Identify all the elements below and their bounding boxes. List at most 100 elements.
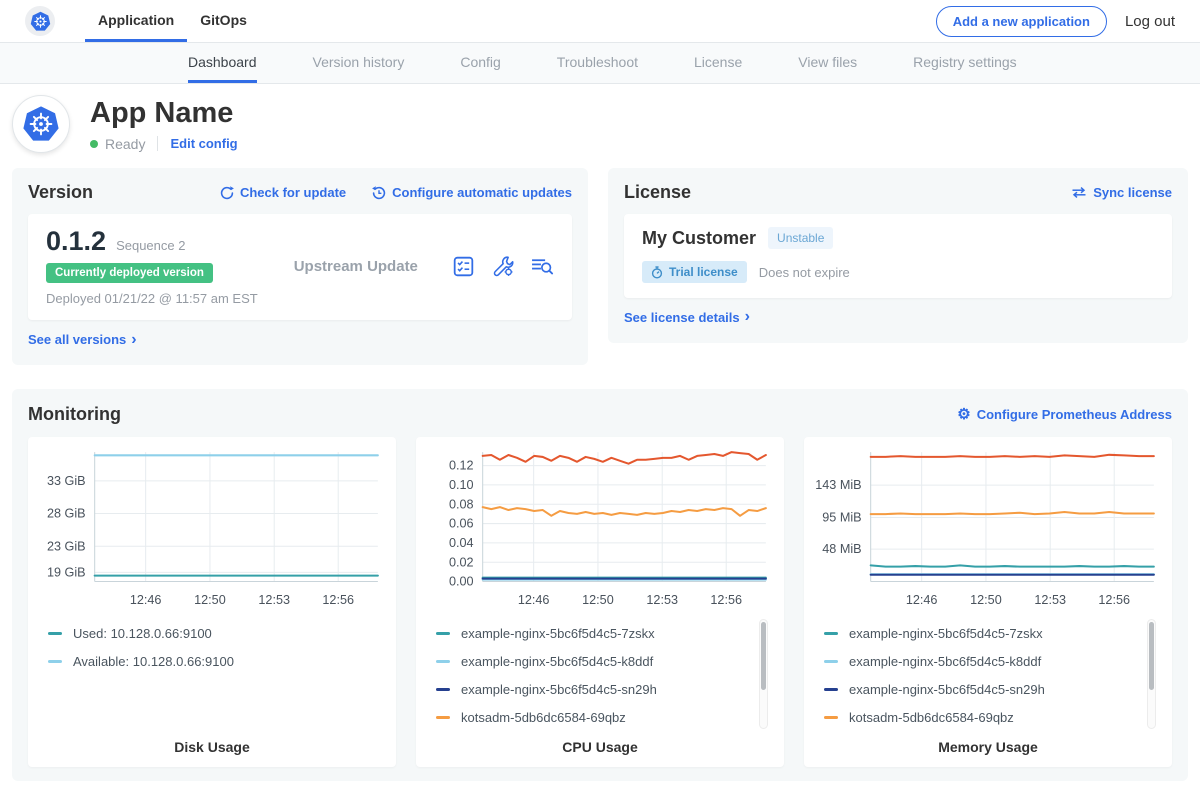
license-card-actions: Sync license [1071,185,1172,200]
view-logs-icon[interactable] [531,256,554,277]
legend-color-dash-icon [48,632,62,635]
trial-license-badge: Trial license [642,261,747,283]
status-label: Ready [105,136,145,152]
cpu-usage-legend: example-nginx-5bc6f5d4c5-7zskx example-ng… [436,619,774,733]
cpu-usage-chart: 12:4612:5012:5312:560.120.100.080.060.04… [422,445,778,615]
legend-label: example-nginx-5bc6f5d4c5-7zskx [461,626,655,641]
subnav-tab-dashboard[interactable]: Dashboard [188,43,257,83]
legend-label: example-nginx-5bc6f5d4c5-sn29h [461,682,657,697]
memory-usage-panel: 12:4612:5012:5312:56143 MiB95 MiB48 MiB … [804,437,1172,767]
kubernetes-logo-icon[interactable] [25,6,55,36]
deployed-timestamp: Deployed 01/21/22 @ 11:57 am EST [46,291,258,306]
app-header: App Name Ready Edit config [0,84,1200,166]
svg-text:12:53: 12:53 [258,593,290,607]
svg-text:12:50: 12:50 [194,593,226,607]
legend-item: example-nginx-5bc6f5d4c5-k8ddf [824,647,1162,675]
configure-prometheus-label: Configure Prometheus Address [977,407,1172,422]
legend-color-dash-icon [436,632,450,635]
legend-label: Available: 10.128.0.66:9100 [73,654,234,669]
tab-gitops[interactable]: GitOps [187,0,260,42]
disk-usage-legend: Used: 10.128.0.66:9100Available: 10.128.… [48,619,386,733]
scrollbar-thumb[interactable] [1149,622,1154,690]
clock-refresh-icon [372,186,386,200]
version-card: Version Check for update Configure au [12,168,588,365]
legend-color-dash-icon [824,716,838,719]
version-number: 0.1.2 [46,227,106,255]
see-license-details-label: See license details [624,310,740,325]
see-all-versions-link[interactable]: See all versions › [28,332,137,347]
license-card-header: License Sync license [624,182,1172,203]
configure-automatic-updates-link[interactable]: Configure automatic updates [372,185,572,200]
topnav-right: Add a new application Log out [936,0,1175,42]
legend-scrollbar[interactable] [1147,619,1156,729]
cpu-usage-title: CPU Usage [422,733,778,757]
memory-usage-chart: 12:4612:5012:5312:56143 MiB95 MiB48 MiB [810,445,1166,615]
legend-color-dash-icon [824,688,838,691]
check-for-update-label: Check for update [240,185,346,200]
edit-config-link[interactable]: Edit config [170,136,237,151]
svg-text:95 MiB: 95 MiB [822,511,861,525]
charts-row: 12:4612:5012:5312:5633 GiB28 GiB23 GiB19… [28,437,1172,767]
memory-usage-title: Memory Usage [810,733,1166,757]
top-navbar: Application GitOps Add a new application… [0,0,1200,42]
ready-status-dot-icon [90,140,98,148]
legend-item: Available: 10.128.0.66:9100 [48,647,386,675]
svg-text:12:50: 12:50 [582,593,614,607]
configure-prometheus-link[interactable]: ⚙ Configure Prometheus Address [957,407,1172,422]
see-all-versions-label: See all versions [28,332,126,347]
edit-config-wrench-icon[interactable] [491,256,514,277]
kubernetes-helm-icon [22,105,60,143]
tab-gitops-label: GitOps [200,12,247,28]
cpu-usage-panel: 12:4612:5012:5312:560.120.100.080.060.04… [416,437,784,767]
svg-text:0.06: 0.06 [449,517,474,531]
monitoring-header: Monitoring ⚙ Configure Prometheus Addres… [28,404,1172,425]
svg-text:12:46: 12:46 [130,593,162,607]
add-application-button[interactable]: Add a new application [936,6,1107,37]
tab-application[interactable]: Application [85,0,187,42]
legend-label: example-nginx-5bc6f5d4c5-sn29h [849,682,1045,697]
scrollbar-thumb[interactable] [761,622,766,690]
legend-color-dash-icon [824,660,838,663]
svg-text:19 GiB: 19 GiB [47,566,86,580]
subnav-tab-config[interactable]: Config [460,43,500,83]
app-subnav: Dashboard Version history Config Trouble… [0,42,1200,84]
svg-text:12:50: 12:50 [970,593,1002,607]
svg-text:12:46: 12:46 [906,593,938,607]
legend-item: example-nginx-5bc6f5d4c5-k8ddf [436,647,774,675]
disk-usage-panel: 12:4612:5012:5312:5633 GiB28 GiB23 GiB19… [28,437,396,767]
deployed-version-panel: 0.1.2 Sequence 2 Currently deployed vers… [28,214,572,320]
sync-license-label: Sync license [1093,185,1172,200]
check-for-update-link[interactable]: Check for update [220,185,346,200]
cards-row: Version Check for update Configure au [0,168,1200,365]
subnav-tab-view-files[interactable]: View files [798,43,857,83]
legend-item: example-nginx-5bc6f5d4c5-sn29h [824,675,1162,703]
legend-color-dash-icon [436,660,450,663]
app-avatar [12,95,70,153]
see-license-details-link[interactable]: See license details › [624,310,750,325]
subnav-tab-license[interactable]: License [694,43,742,83]
legend-item: kotsadm-5db6dc6584-69qbz [436,703,774,731]
version-card-actions: Check for update Configure automatic upd… [220,185,572,200]
svg-text:33 GiB: 33 GiB [47,474,86,488]
legend-item: example-nginx-5bc6f5d4c5-7zskx [436,619,774,647]
monitoring-card: Monitoring ⚙ Configure Prometheus Addres… [12,389,1188,781]
svg-text:23 GiB: 23 GiB [47,540,86,554]
tab-application-label: Application [98,12,174,28]
version-sequence: Sequence 2 [116,238,185,253]
subnav-tab-registry-settings[interactable]: Registry settings [913,43,1016,83]
license-panel: My Customer Unstable Trial license Does … [624,214,1172,298]
version-card-title: Version [28,182,93,203]
subnav-tab-troubleshoot[interactable]: Troubleshoot [557,43,638,83]
sync-license-link[interactable]: Sync license [1071,185,1172,200]
preflight-checklist-icon[interactable] [453,256,474,277]
logout-link[interactable]: Log out [1125,13,1175,30]
currently-deployed-badge: Currently deployed version [46,263,213,283]
customer-name: My Customer [642,228,756,249]
svg-text:12:53: 12:53 [1034,593,1066,607]
divider [157,136,158,151]
version-number-row: 0.1.2 Sequence 2 [46,227,258,255]
version-action-icons [453,256,554,277]
legend-scrollbar[interactable] [759,619,768,729]
legend-label: kotsadm-5db6dc6584-69qbz [461,710,626,725]
subnav-tab-version-history[interactable]: Version history [313,43,405,83]
